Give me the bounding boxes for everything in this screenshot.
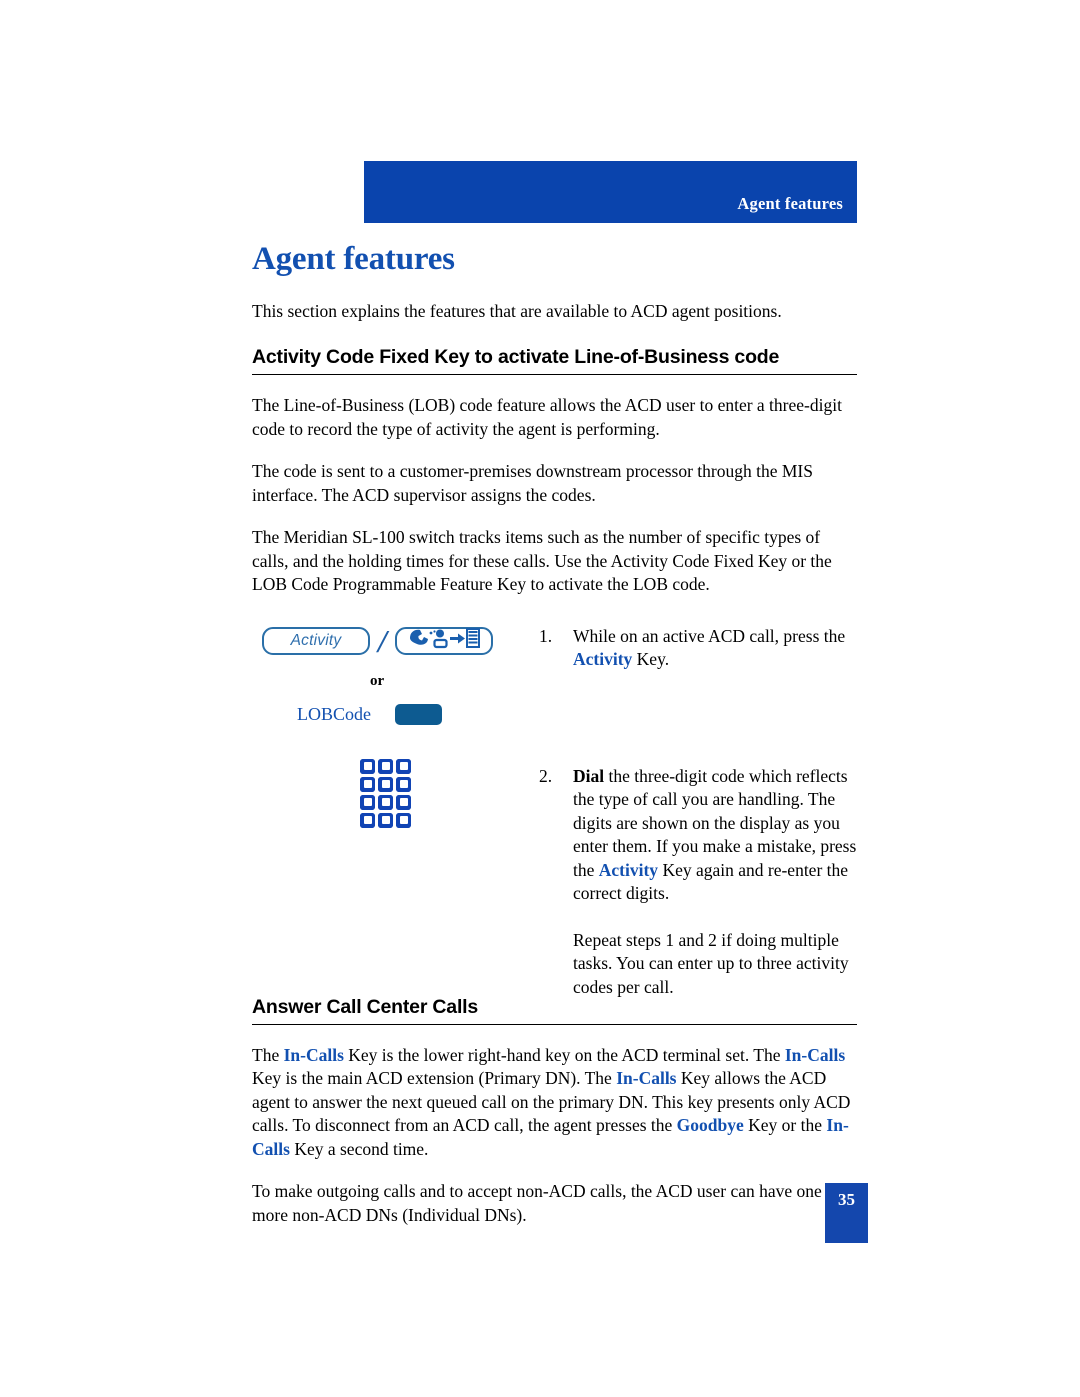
page-number: 35	[838, 1190, 855, 1209]
activity-key-graphic-row: Activity /	[252, 625, 542, 657]
procedure-step-2-followup: Repeat steps 1 and 2 if doing multiple t…	[539, 929, 857, 1000]
keypad-key[interactable]	[396, 812, 411, 828]
keypad-key[interactable]	[360, 812, 375, 828]
procedure-step-2: 2. Dial the three-digit code which refle…	[539, 765, 857, 906]
keyword-run: Activity	[573, 649, 633, 669]
keypad-key[interactable]	[360, 776, 375, 792]
procedure-graphics-column: Activity / or LOBCode	[252, 625, 542, 828]
procedure-step-1: 1. While on an active ACD call, press th…	[539, 625, 857, 672]
section2-paragraph-2: To make outgoing calls and to accept non…	[252, 1181, 841, 1225]
text-run: While on an active ACD call, press the	[573, 625, 846, 646]
step-2-followup-text: Repeat steps 1 and 2 if doing multiple t…	[573, 929, 849, 997]
lobcode-key-graphic-row: LOBCode	[252, 703, 542, 725]
section-heading-answer-calls: Answer Call Center Calls	[252, 995, 857, 1025]
keypad-key[interactable]	[378, 794, 393, 810]
keyword-run: Dial	[573, 765, 605, 786]
running-header-title: Agent features	[737, 194, 843, 213]
section1-paragraph-1: The Line-of-Business (LOB) code feature …	[252, 395, 842, 439]
keypad-key[interactable]	[360, 794, 375, 810]
section-heading-activity-code: Activity Code Fixed Key to activate Line…	[252, 345, 857, 375]
keypad-key[interactable]	[396, 758, 411, 774]
keypad-key[interactable]	[378, 776, 393, 792]
keypad-key[interactable]	[360, 758, 375, 774]
document-page: Agent features Agent features This secti…	[0, 0, 1080, 1397]
keyword-run: In-Calls	[283, 1044, 344, 1065]
step-2-number: 2.	[539, 765, 553, 786]
section1-paragraph-2: The code is sent to a customer-premises …	[252, 461, 813, 505]
activity-fixed-key[interactable]: Activity	[262, 626, 370, 655]
step-2-text: Dial the three-digit code which reflects…	[573, 765, 857, 906]
keypad-key[interactable]	[396, 776, 411, 792]
step-followup-spacer	[539, 929, 573, 1000]
page-title: Agent features	[252, 241, 455, 277]
lobcode-feature-key[interactable]	[395, 703, 442, 725]
acd-agent-display-icon	[407, 627, 481, 654]
running-header-banner: Agent features	[364, 161, 857, 223]
section2-paragraph-1: The In-Calls Key is the lower right-hand…	[252, 1044, 857, 1162]
step-1-text: While on an active ACD call, press the A…	[573, 625, 857, 672]
keypad-key[interactable]	[378, 758, 393, 774]
page-number-box: 35	[825, 1183, 868, 1243]
step-1-number: 1.	[539, 625, 553, 646]
keyword-run: In-Calls	[784, 1044, 846, 1065]
text-run: The	[252, 1044, 284, 1065]
section-answer-call-center-calls: Answer Call Center Calls The In-Calls Ke…	[252, 995, 857, 1228]
keypad-key[interactable]	[396, 794, 411, 810]
chapter-intro-paragraph: This section explains the features that …	[252, 301, 782, 321]
text-run: Key is the lower right-hand key on the A…	[343, 1044, 785, 1065]
procedure-steps-column: 1. While on an active ACD call, press th…	[539, 625, 857, 1000]
keyword-run: In-Calls	[616, 1068, 677, 1088]
activity-key-label: Activity	[290, 631, 342, 649]
section1-paragraph-3: The Meridian SL-100 switch tracks items …	[252, 527, 832, 594]
text-run: Key.	[632, 649, 670, 669]
keyword-run: Goodbye	[676, 1115, 744, 1135]
acd-agent-display-icon-key[interactable]	[394, 626, 493, 655]
text-run: Key is the main ACD extension (Primary D…	[252, 1068, 617, 1088]
lobcode-key-label: LOBCode	[297, 703, 371, 724]
page-content: Agent features This section explains the…	[252, 240, 857, 1227]
key-separator-slash: /	[378, 622, 387, 659]
procedure-block-lob-code: Activity / or LOBCode 1. While on an act…	[252, 625, 857, 997]
keyword-run: Activity	[598, 859, 659, 880]
or-separator-label: or	[370, 672, 385, 689]
text-run: Key or the	[743, 1115, 827, 1135]
keypad-key[interactable]	[378, 812, 393, 828]
dial-keypad-icon[interactable]	[252, 758, 411, 828]
text-run: Key a second time.	[289, 1138, 429, 1159]
